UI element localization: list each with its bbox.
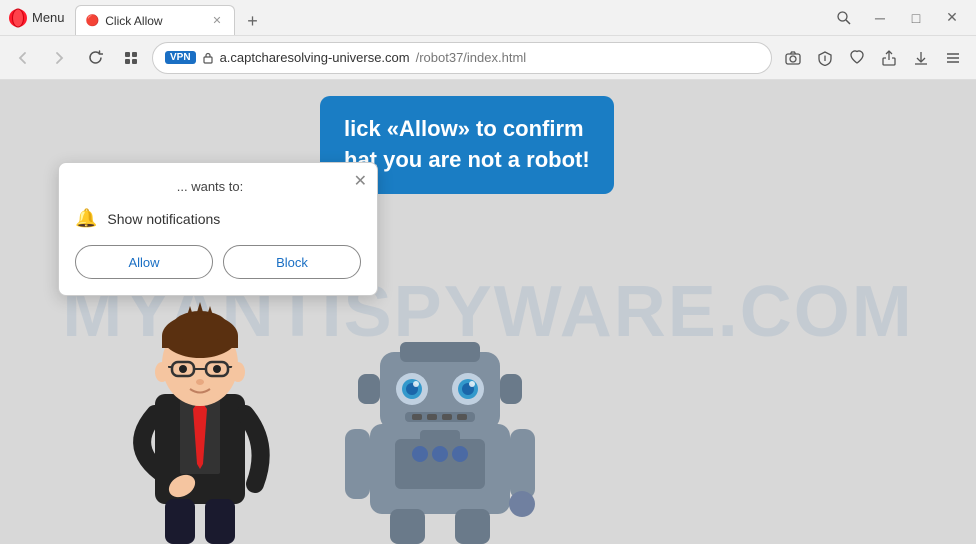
nav-icons-right [778,43,968,73]
close-button[interactable]: ✕ [936,2,968,34]
opera-logo-icon [8,8,28,28]
popup-notification-row: 🔔 Show notifications [75,208,361,229]
camera-button[interactable] [778,43,808,73]
share-icon [881,50,897,66]
window-controls: ─ □ ✕ [828,2,968,34]
active-tab[interactable]: 🔴 Click Allow ✕ [75,5,235,35]
tab-bar: 🔴 Click Allow ✕ + [75,0,828,35]
heart-icon [849,50,865,66]
browser-menu-button[interactable] [938,43,968,73]
address-domain: a.captcharesolving-universe.com [220,50,410,65]
block-button[interactable]: Block [223,245,361,279]
nav-bar: VPN a.captcharesolving-universe.com /rob… [0,36,976,80]
share-button[interactable] [874,43,904,73]
shield-icon [817,50,833,66]
back-icon [16,51,30,65]
maximize-button[interactable]: □ [900,2,932,34]
menu-label[interactable]: Menu [32,10,65,25]
notification-label: Show notifications [107,211,220,227]
popup-buttons: Allow Block [75,245,361,279]
notification-popup: ✕ ... wants to: 🔔 Show notifications All… [58,162,378,296]
title-bar: Menu 🔴 Click Allow ✕ + ─ □ ✕ [0,0,976,36]
allow-button[interactable]: Allow [75,245,213,279]
popup-header: ... wants to: [75,179,361,194]
blue-box-line2: hat you are not a robot! [344,147,590,172]
browser-frame: Menu 🔴 Click Allow ✕ + ─ □ ✕ [0,0,976,544]
tab-title: Click Allow [105,14,204,28]
page-content: MYANTISPYWARE.COM lick «Allow» to confir… [0,80,976,544]
forward-button[interactable] [44,43,74,73]
search-icon [837,11,851,25]
address-bar[interactable]: VPN a.captcharesolving-universe.com /rob… [152,42,772,74]
grid-icon [124,51,138,65]
heart-button[interactable] [842,43,872,73]
download-button[interactable] [906,43,936,73]
search-window-button[interactable] [828,2,860,34]
forward-icon [52,51,66,65]
new-tab-button[interactable]: + [239,7,267,35]
tab-close-button[interactable]: ✕ [210,14,223,27]
download-icon [913,50,929,66]
blue-box-line1: lick «Allow» to confirm [344,116,584,141]
tab-favicon-icon: 🔴 [86,14,100,27]
lock-icon [202,52,214,64]
back-button[interactable] [8,43,38,73]
hamburger-icon [945,50,961,66]
shield-button[interactable] [810,43,840,73]
popup-close-button[interactable]: ✕ [354,171,367,191]
minimize-button[interactable]: ─ [864,2,896,34]
grid-button[interactable] [116,43,146,73]
address-path: /robot37/index.html [416,50,527,65]
reload-button[interactable] [80,43,110,73]
robot-illustration [340,324,540,544]
person-illustration [100,264,300,544]
bell-icon: 🔔 [75,208,97,229]
reload-icon [88,50,103,65]
illustration [100,264,540,544]
camera-icon [785,50,801,66]
vpn-badge: VPN [165,51,196,64]
